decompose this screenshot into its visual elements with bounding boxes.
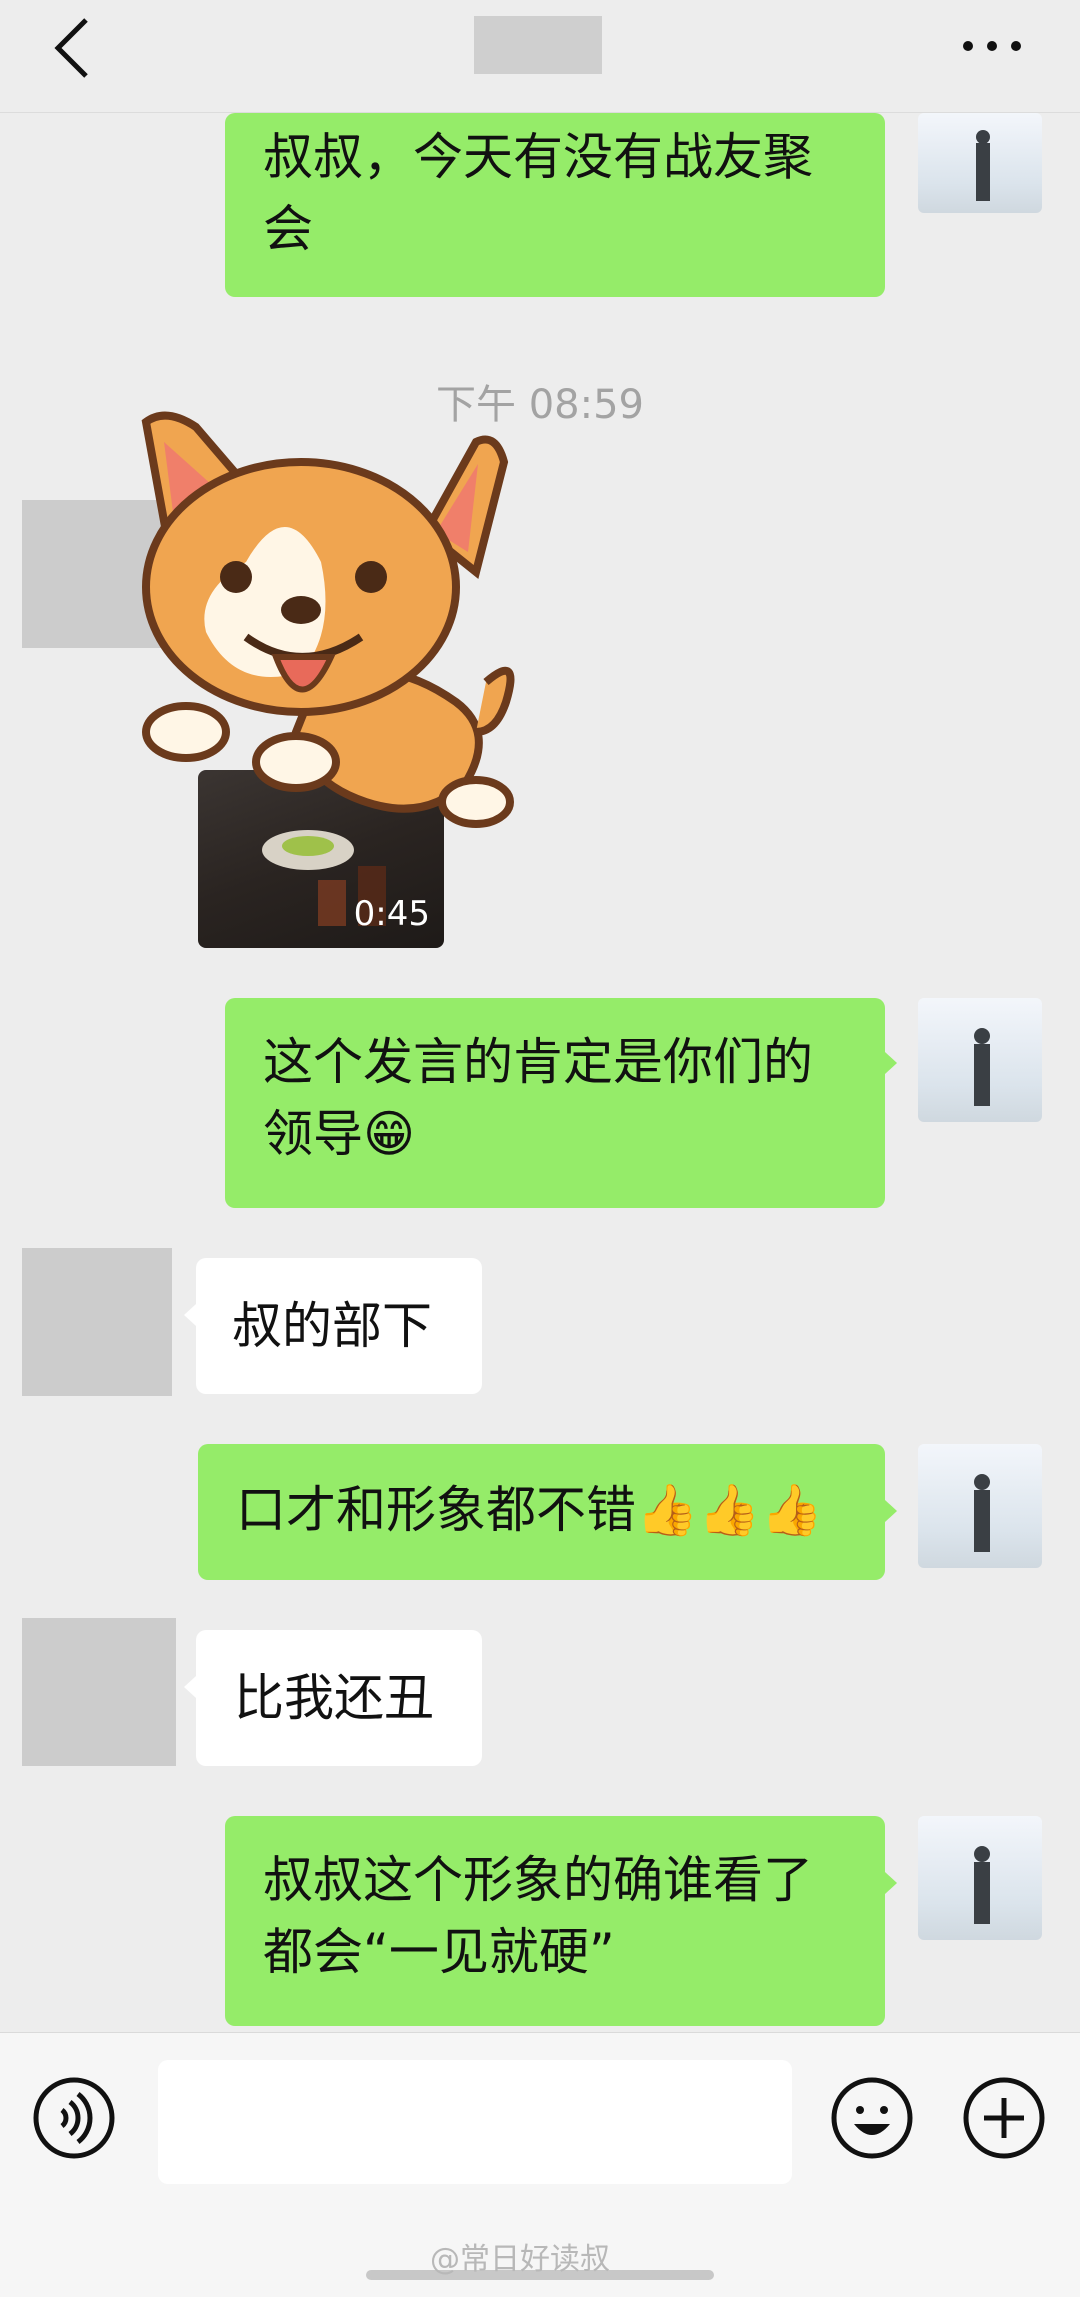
message-text-line: 领导😁	[263, 1098, 415, 1170]
avatar-self[interactable]	[918, 1816, 1042, 1940]
message-text-line: 都会“一见就硬”	[263, 1923, 615, 1981]
chat-title-redacted	[474, 16, 602, 74]
corgi-sticker-icon[interactable]	[126, 402, 566, 872]
message-bubble-self[interactable]: 口才和形象都不错👍👍👍	[198, 1444, 885, 1580]
avatar-self[interactable]	[918, 998, 1042, 1122]
voice-icon[interactable]	[32, 2076, 116, 2160]
message-text: 口才和形象都不错	[236, 1481, 636, 1539]
bubble-tail	[184, 1676, 196, 1698]
message-text: 叔的部下	[232, 1297, 432, 1355]
watermark: @常日好读叔	[430, 2242, 610, 2277]
message-text-line: 会	[263, 200, 313, 258]
more-dots-icon[interactable]	[952, 14, 1032, 74]
bubble-tail	[885, 1872, 897, 1894]
message-text-line: 口才和形象都不错👍👍👍	[236, 1474, 823, 1546]
thumbs-up-emoji-icon: 👍👍👍	[636, 1481, 823, 1539]
avatar-self[interactable]	[918, 1444, 1042, 1568]
message-bubble-other[interactable]: 比我还丑	[196, 1630, 482, 1766]
message-text-line: 这个发言的肯定是你们的	[263, 1033, 813, 1091]
message-text: 领导	[263, 1105, 363, 1163]
avatar-self[interactable]	[918, 113, 1042, 213]
message-bubble-other[interactable]: 叔的部下	[196, 1258, 482, 1394]
avatar-other-redacted[interactable]	[22, 1618, 176, 1766]
message-text: 比我还丑	[234, 1669, 434, 1727]
message-input[interactable]	[158, 2060, 792, 2184]
video-duration: 0:45	[353, 894, 430, 934]
message-text-line: 叔叔这个形象的确谁看了	[263, 1851, 813, 1909]
message-text-line: 叔叔，今天有没有战友聚	[263, 128, 813, 186]
grin-emoji-icon: 😁	[363, 1105, 416, 1163]
plus-icon[interactable]	[962, 2076, 1046, 2160]
bubble-tail	[184, 1304, 196, 1326]
message-bubble-self[interactable]: 叔叔这个形象的确谁看了 都会“一见就硬”	[225, 1816, 885, 2026]
avatar-other-redacted[interactable]	[22, 1248, 172, 1396]
bubble-tail	[885, 1052, 897, 1074]
chevron-left-icon[interactable]	[40, 14, 110, 84]
bubble-tail	[885, 1500, 897, 1522]
message-bubble-self[interactable]: 这个发言的肯定是你们的 领导😁	[225, 998, 885, 1208]
emoji-icon[interactable]	[830, 2076, 914, 2160]
message-bubble-self[interactable]: 叔叔，今天有没有战友聚 会	[225, 113, 885, 297]
